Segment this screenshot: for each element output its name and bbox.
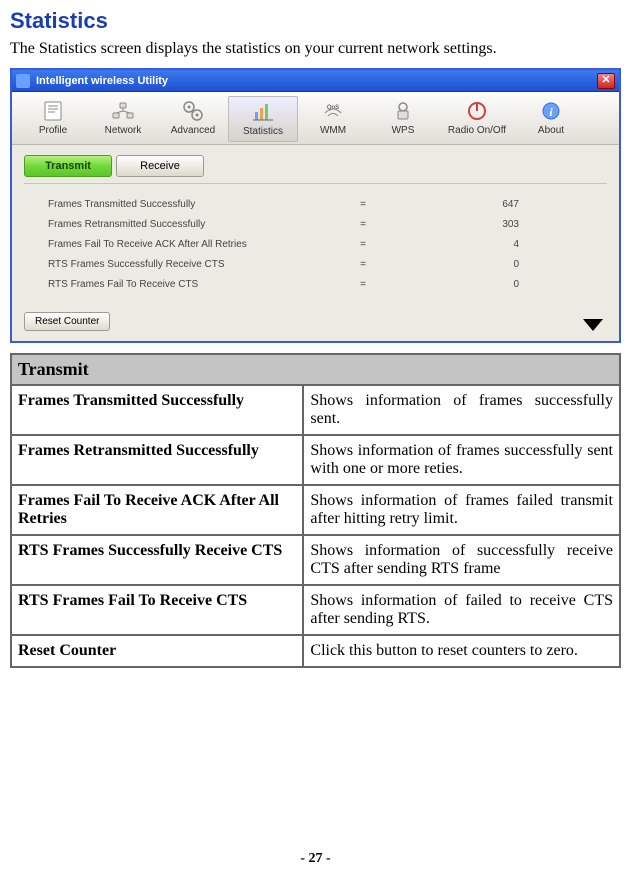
row-name: RTS Frames Successfully Receive CTS [12,536,302,584]
stat-value: 647 [378,199,599,210]
app-icon [16,74,30,88]
toolbar-label: WMM [298,125,368,136]
toolbar-item-profile[interactable]: Profile [18,96,88,142]
row-desc: Shows information of frames successfully… [304,436,619,484]
tab-transmit[interactable]: Transmit [24,155,112,177]
stat-label: RTS Frames Successfully Receive CTS [48,259,348,270]
stat-value: 0 [378,279,599,290]
stat-row: Frames Transmitted Successfully = 647 [48,194,599,214]
row-name: RTS Frames Fail To Receive CTS [12,586,302,634]
toolbar: Profile Network Advanced Statistics QoS … [12,92,619,145]
table-row: Frames Fail To Receive ACK After All Ret… [12,486,619,534]
wps-icon [368,98,438,124]
stat-row: RTS Frames Fail To Receive CTS = 0 [48,274,599,294]
toolbar-label: Statistics [229,126,297,137]
equals-sign: = [348,239,378,250]
stat-label: Frames Transmitted Successfully [48,199,348,210]
toolbar-item-wmm[interactable]: QoS WMM [298,96,368,142]
toolbar-label: Advanced [158,125,228,136]
row-desc: Shows information of failed to receive C… [304,586,619,634]
page-number: - 27 - [0,851,631,867]
toolbar-item-advanced[interactable]: Advanced [158,96,228,142]
row-desc: Click this button to reset counters to z… [304,636,619,666]
profile-icon [18,98,88,124]
radio-icon [438,98,516,124]
expand-down-icon[interactable] [583,319,603,331]
equals-sign: = [348,199,378,210]
tabs-row: Transmit Receive [12,145,619,183]
row-name: Frames Retransmitted Successfully [12,436,302,484]
equals-sign: = [348,219,378,230]
row-name: Frames Fail To Receive ACK After All Ret… [12,486,302,534]
network-icon [88,98,158,124]
intro-text: The Statistics screen displays the stati… [10,40,621,58]
stat-value: 4 [378,239,599,250]
stat-value: 303 [378,219,599,230]
close-button[interactable]: ✕ [597,73,615,89]
toolbar-label: Profile [18,125,88,136]
statistics-icon [229,99,297,125]
toolbar-item-statistics[interactable]: Statistics [228,96,298,142]
titlebar: Intelligent wireless Utility ✕ [12,70,619,92]
toolbar-item-wps[interactable]: WPS [368,96,438,142]
toolbar-label: Network [88,125,158,136]
stat-label: Frames Retransmitted Successfully [48,219,348,230]
equals-sign: = [348,259,378,270]
toolbar-label: Radio On/Off [438,125,516,136]
row-desc: Shows information of frames failed trans… [304,486,619,534]
table-row: Reset Counter Click this button to reset… [12,636,619,666]
description-table: Transmit Frames Transmitted Successfully… [10,353,621,668]
stat-row: RTS Frames Successfully Receive CTS = 0 [48,254,599,274]
stat-row: Frames Retransmitted Successfully = 303 [48,214,599,234]
divider [24,183,607,184]
tab-receive[interactable]: Receive [116,155,204,177]
toolbar-label: WPS [368,125,438,136]
table-row: Frames Retransmitted Successfully Shows … [12,436,619,484]
equals-sign: = [348,279,378,290]
wmm-icon: QoS [298,98,368,124]
reset-counter-button[interactable]: Reset Counter [24,312,110,331]
toolbar-item-network[interactable]: Network [88,96,158,142]
stat-label: Frames Fail To Receive ACK After All Ret… [48,239,348,250]
toolbar-item-about[interactable]: i About [516,96,586,142]
stat-label: RTS Frames Fail To Receive CTS [48,279,348,290]
table-row: RTS Frames Successfully Receive CTS Show… [12,536,619,584]
toolbar-item-radio[interactable]: Radio On/Off [438,96,516,142]
table-row: Frames Transmitted Successfully Shows in… [12,386,619,434]
close-icon: ✕ [601,75,610,86]
table-row: RTS Frames Fail To Receive CTS Shows inf… [12,586,619,634]
section-heading: Statistics [10,8,621,34]
stat-row: Frames Fail To Receive ACK After All Ret… [48,234,599,254]
toolbar-label: About [516,125,586,136]
advanced-icon [158,98,228,124]
stats-list: Frames Transmitted Successfully = 647 Fr… [12,190,619,294]
row-name: Reset Counter [12,636,302,666]
window-title: Intelligent wireless Utility [36,75,168,87]
row-desc: Shows information of successfully receiv… [304,536,619,584]
stat-value: 0 [378,259,599,270]
app-window: Intelligent wireless Utility ✕ Profile N… [10,68,621,343]
table-header: Transmit [12,355,619,384]
about-icon: i [516,98,586,124]
row-desc: Shows information of frames successfully… [304,386,619,434]
row-name: Frames Transmitted Successfully [12,386,302,434]
